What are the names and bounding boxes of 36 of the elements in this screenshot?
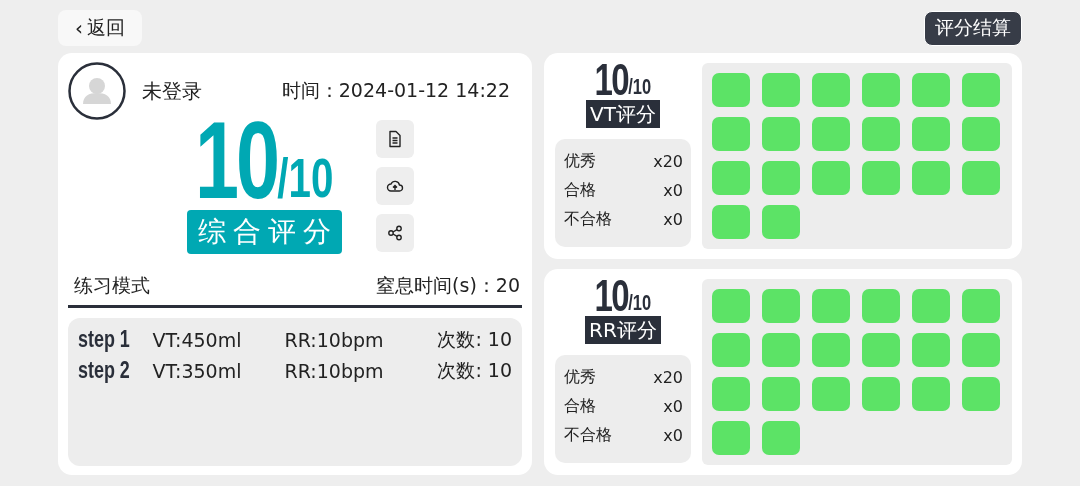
user-name: 未登录 (142, 77, 202, 105)
time-label: 时间：2024-01-12 14:22 (281, 78, 510, 103)
stat-label: 优秀 (564, 367, 596, 388)
apnea-time: 窒息时间(s)：20 (376, 273, 520, 298)
stat-label: 优秀 (564, 151, 596, 172)
total-score: 10/10 (194, 112, 334, 208)
step-count: 次数: 10 (437, 326, 512, 352)
stat-value: x20 (653, 152, 683, 171)
panel-label: VT评分 (586, 100, 660, 128)
settle-button[interactable]: 评分结算 (924, 10, 1022, 46)
step-count: 次数: 10 (437, 357, 512, 383)
step-rr: RR:10bpm (284, 359, 385, 382)
stat-label: 不合格 (564, 425, 612, 446)
stat-value: x0 (663, 210, 683, 229)
stat-label: 不合格 (564, 209, 612, 230)
stat-label: 合格 (564, 180, 596, 201)
mode-label: 练习模式 (74, 273, 150, 298)
step-name: step 1 (78, 326, 130, 353)
step-name: step 2 (78, 357, 130, 384)
score-label: 综合评分 (186, 210, 342, 254)
back-button[interactable]: ‹ 返回 (58, 10, 142, 46)
panel-label: RR评分 (585, 316, 661, 344)
stat-value: x0 (663, 181, 683, 200)
avatar-icon (68, 62, 126, 120)
panel-score: 10/10 (594, 279, 652, 315)
step-rr: RR:10bpm (284, 328, 385, 351)
stat-label: 合格 (564, 396, 596, 417)
stat-value: x0 (663, 397, 683, 416)
stat-value: x20 (653, 368, 683, 387)
document-icon[interactable] (376, 120, 414, 158)
stat-value: x0 (663, 426, 683, 445)
share-icon[interactable] (376, 214, 414, 252)
step-vt: VT:450ml (152, 328, 243, 351)
step-vt: VT:350ml (152, 359, 243, 382)
cloud-upload-icon[interactable] (376, 167, 414, 205)
panel-score: 10/10 (594, 63, 652, 99)
